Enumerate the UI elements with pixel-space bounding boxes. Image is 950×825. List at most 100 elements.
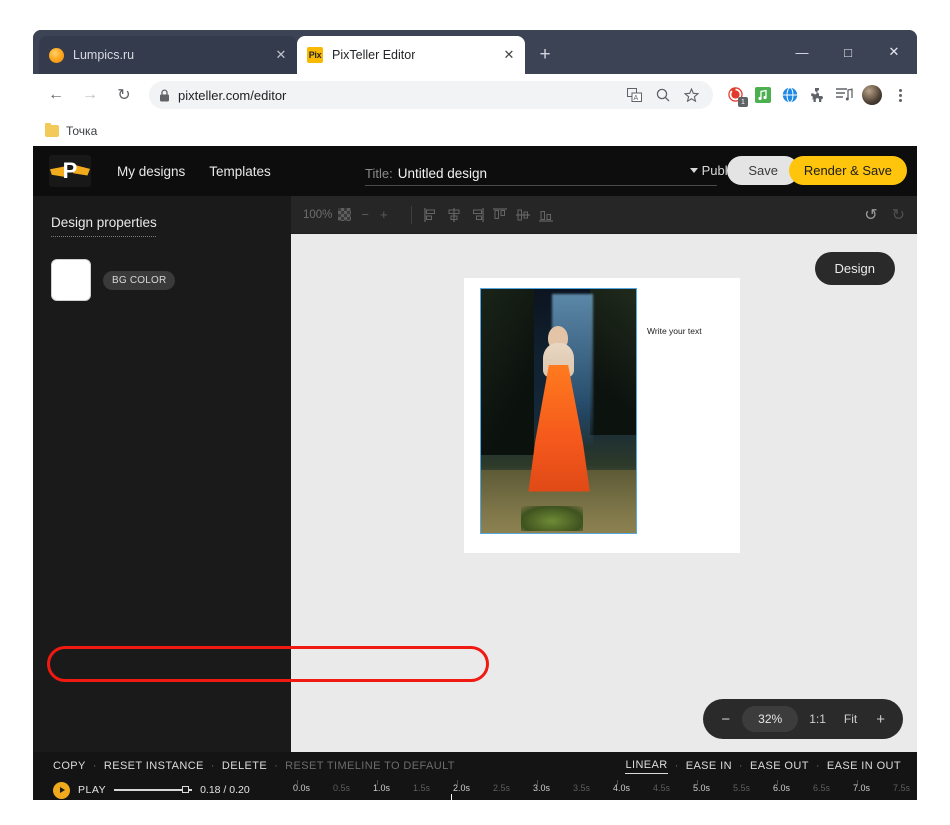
action-separator: ·: [738, 760, 743, 772]
title-value[interactable]: Untitled design: [398, 166, 487, 181]
align-right-icon[interactable]: [470, 207, 484, 222]
render-and-save-button[interactable]: Render & Save: [788, 156, 907, 185]
profile-avatar[interactable]: [862, 85, 882, 105]
easing-ease-out[interactable]: EASE OUT: [750, 760, 809, 772]
playback-controls: PLAY 0.18 / 0.20: [33, 780, 289, 800]
star-icon[interactable]: [684, 88, 699, 102]
pixteller-logo[interactable]: P: [49, 155, 91, 187]
ruler-tick: 0.5s: [333, 783, 351, 793]
ruler-tick: 5.0s: [693, 783, 711, 793]
transparency-checker-icon[interactable]: [338, 208, 352, 221]
title-label: Title:: [365, 166, 393, 181]
search-icon[interactable]: [656, 88, 670, 102]
adblock-extension-icon[interactable]: 1: [727, 86, 748, 107]
ruler-tick: 3.5s: [573, 783, 591, 793]
ruler-tick: 1.5s: [413, 783, 431, 793]
zoom-in-button[interactable]: +: [868, 711, 893, 728]
browser-tab-strip: Lumpics.ru ✕ Pix PixTeller Editor ✕ + — …: [33, 30, 917, 74]
bookmark-item[interactable]: Точка: [45, 123, 98, 138]
timeline-ruler[interactable]: 0.0s 0.5s 1.0s 1.5s 2.0s 2.5s 3.0s 3.5s …: [289, 780, 917, 800]
ruler-tick: 6.5s: [813, 783, 831, 793]
delete-action[interactable]: DELETE: [222, 760, 267, 772]
close-window-icon[interactable]: ✕: [871, 30, 917, 74]
bg-color-tag: BG COLOR: [103, 270, 176, 290]
align-left-icon[interactable]: [424, 207, 438, 222]
workspace: Design properties BG COLOR 100% − + ↺ ↻ …: [33, 196, 917, 752]
bookmark-label: Точка: [66, 124, 98, 138]
artboard-text-layer[interactable]: Write your text: [647, 326, 702, 336]
forward-icon[interactable]: →: [75, 80, 105, 110]
zoom-value[interactable]: 32%: [742, 706, 799, 732]
copy-action[interactable]: COPY: [53, 760, 86, 772]
easing-linear[interactable]: LINEAR: [625, 759, 668, 774]
address-bar[interactable]: pixteller.com/editor A: [149, 81, 713, 109]
timeline-tracks: 0.0s 0.5s 1.0s 1.5s 2.0s 2.5s 3.0s 3.5s …: [289, 780, 917, 800]
easing-ease-in[interactable]: EASE IN: [686, 760, 732, 772]
timeline-layer-list: PLAY 0.18 / 0.20: [33, 780, 289, 800]
app-header: P My designs Templates Title: Untitled d…: [33, 146, 917, 196]
pix-icon: Pix: [307, 47, 323, 63]
easing-ease-in-out[interactable]: EASE IN OUT: [827, 760, 901, 772]
browser-tab-lumpics[interactable]: Lumpics.ru ✕: [39, 36, 297, 74]
ruler-tick: 6.0s: [773, 783, 791, 793]
sidebar-divider: [51, 236, 156, 237]
play-icon[interactable]: [53, 781, 70, 799]
new-tab-button[interactable]: +: [533, 44, 557, 68]
logo-letter: P: [62, 158, 78, 183]
translate-icon[interactable]: A: [627, 88, 642, 102]
action-separator: ·: [674, 760, 679, 772]
zoom-fit-button[interactable]: Fit: [837, 712, 864, 726]
reset-timeline-action[interactable]: RESET TIMELINE TO DEFAULT: [285, 760, 455, 772]
playhead[interactable]: [451, 794, 452, 800]
ruler-tick: 7.5s: [893, 783, 911, 793]
nav-my-designs[interactable]: My designs: [117, 164, 185, 179]
zoom-1to1-button[interactable]: 1:1: [802, 712, 833, 726]
design-button[interactable]: Design: [814, 252, 895, 285]
align-top-icon[interactable]: [492, 207, 507, 222]
puzzle-extensions-icon[interactable]: [808, 86, 826, 104]
canvas-area[interactable]: Design Write your text − 32% 1:1 Fit +: [291, 234, 917, 752]
zoom-in-icon[interactable]: +: [380, 207, 388, 222]
close-icon[interactable]: ✕: [501, 47, 517, 63]
align-center-h-icon[interactable]: [447, 207, 461, 222]
ruler-tick: 0.0s: [293, 783, 311, 793]
undo-icon[interactable]: ↺: [864, 205, 877, 225]
maximize-icon[interactable]: □: [825, 30, 871, 74]
bg-color-row: BG COLOR: [51, 259, 291, 301]
back-icon[interactable]: ←: [41, 80, 71, 110]
redo-icon[interactable]: ↻: [892, 205, 905, 225]
zoom-out-button[interactable]: −: [713, 711, 738, 728]
reset-instance-action[interactable]: RESET INSTANCE: [104, 760, 204, 772]
ruler-tick: 7.0s: [853, 783, 871, 793]
zoom-out-icon[interactable]: −: [361, 207, 369, 222]
design-properties-sidebar: Design properties BG COLOR: [33, 196, 291, 752]
artboard-image-layer[interactable]: [480, 288, 637, 534]
bg-color-swatch[interactable]: [51, 259, 91, 301]
artboard[interactable]: Write your text: [464, 278, 740, 553]
chevron-down-icon: [689, 168, 698, 173]
playlist-extension-icon[interactable]: [835, 86, 853, 104]
lock-icon: [160, 88, 169, 101]
slider-knob[interactable]: [182, 786, 190, 793]
playback-slider[interactable]: [114, 785, 193, 795]
orange-circle-icon: [49, 47, 64, 63]
ruler-tick: 5.5s: [733, 783, 751, 793]
action-separator: ·: [210, 760, 215, 772]
align-bottom-icon[interactable]: [538, 208, 553, 222]
minimize-icon[interactable]: —: [779, 30, 825, 74]
ruler-tick: 4.5s: [653, 783, 671, 793]
close-icon[interactable]: ✕: [273, 47, 289, 63]
nav-templates[interactable]: Templates: [209, 164, 271, 179]
bookmarks-bar: Точка: [33, 116, 917, 146]
design-title-field[interactable]: Title: Untitled design: [365, 166, 717, 186]
browser-tab-pixteller[interactable]: Pix PixTeller Editor ✕: [297, 36, 525, 74]
music-extension-icon[interactable]: [754, 86, 772, 104]
action-separator: ·: [815, 760, 820, 772]
chrome-menu-icon[interactable]: [891, 88, 909, 102]
align-middle-v-icon[interactable]: [515, 208, 530, 222]
reload-icon[interactable]: ↻: [109, 80, 139, 110]
screenshot-root: Lumpics.ru ✕ Pix PixTeller Editor ✕ + — …: [0, 0, 950, 825]
globe-extension-icon[interactable]: [781, 86, 799, 104]
timeline-panel: COPY · RESET INSTANCE · DELETE · RESET T…: [33, 752, 917, 800]
browser-toolbar: ← → ↻ pixteller.com/editor A 1: [33, 74, 917, 116]
